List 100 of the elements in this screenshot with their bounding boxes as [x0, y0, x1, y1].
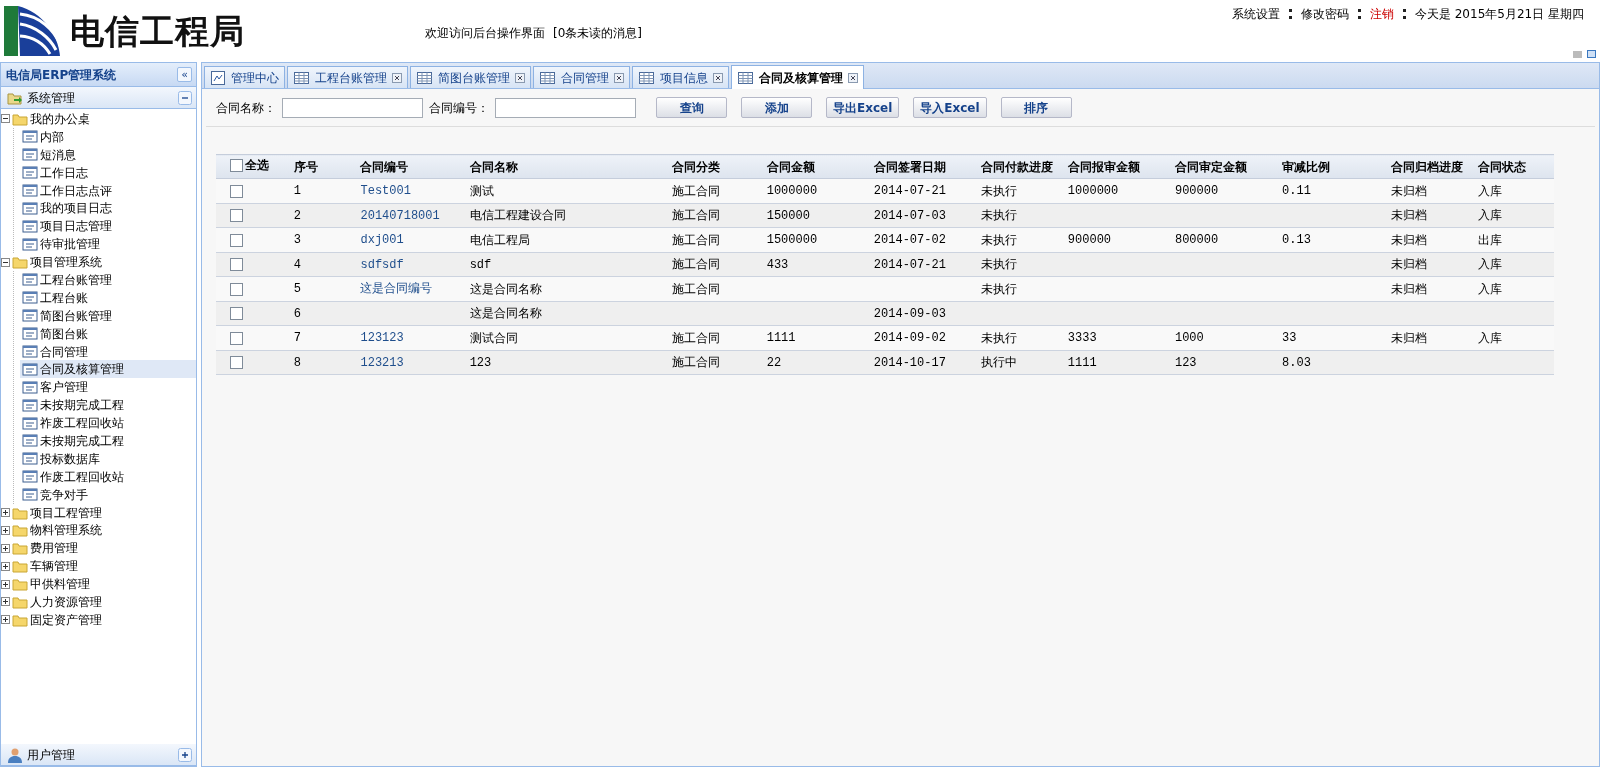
tree-item[interactable]: 短消息 [20, 145, 196, 164]
contract-link[interactable]: Test001 [360, 184, 411, 199]
tree-item[interactable]: 合同及核算管理 [20, 360, 196, 379]
list-icon [22, 433, 38, 449]
tree-item[interactable]: 工程台账管理 [20, 271, 196, 289]
close-icon[interactable] [515, 72, 525, 83]
tab[interactable]: 合同及核算管理 [731, 65, 864, 89]
logo-icon [2, 4, 60, 58]
tree-item[interactable]: 竞争对手 [20, 485, 196, 504]
tree-item[interactable]: 投标数据库 [20, 449, 196, 468]
tab[interactable]: 简图台账管理 [410, 66, 531, 88]
table-icon [539, 69, 556, 86]
close-icon[interactable] [392, 72, 402, 83]
table-cell: 2014-07-21 [873, 257, 946, 272]
row-checkbox[interactable] [230, 184, 243, 198]
tree-item[interactable]: 我的项目日志 [20, 199, 196, 218]
tab[interactable]: 工程台账管理 [287, 66, 408, 88]
table-cell: 入库 [1478, 183, 1503, 198]
table-cell: 0.13 [1282, 233, 1311, 248]
contract-link[interactable]: dxj001 [360, 233, 404, 248]
panel-header[interactable]: 用户管理 [1, 744, 196, 766]
tree-item[interactable]: 工作日志点评 [20, 181, 196, 200]
tree-item[interactable]: 人力资源管理 [1, 593, 196, 611]
tab[interactable]: 管理中心 [204, 66, 285, 88]
tree-item[interactable]: 未按期完成工程 [20, 432, 196, 450]
list-icon [22, 183, 38, 198]
table-cell: 2014-09-02 [873, 331, 946, 346]
tree-item[interactable]: 合同管理 [20, 342, 196, 361]
tab[interactable]: 合同管理 [533, 66, 630, 88]
table-cell: 2014-07-21 [873, 184, 946, 199]
list-icon [22, 218, 38, 234]
collapse-button[interactable]: « [177, 67, 192, 82]
tree-item[interactable]: 费用管理 [1, 539, 196, 558]
column-header[interactable]: 合同名称 [469, 159, 518, 174]
table-cell: 123 [469, 355, 492, 370]
input-field[interactable] [282, 97, 423, 118]
table-cell: 入库 [1478, 281, 1503, 296]
tree-item[interactable]: 车辆管理 [1, 557, 196, 576]
tree-item[interactable]: 简图台账管理 [20, 306, 196, 325]
table-cell: 出库 [1478, 232, 1503, 247]
logo-text: 电信工程局 [70, 14, 245, 48]
tree-item[interactable]: 内部 [20, 127, 196, 146]
tab[interactable]: 项目信息 [632, 66, 729, 88]
tree-item[interactable]: 物料管理系统 [1, 521, 196, 540]
table-cell: 33 [1282, 331, 1297, 346]
tree-item[interactable]: 未按期完成工程 [20, 396, 196, 415]
panel-header[interactable]: 系统管理 [1, 87, 196, 109]
row-checkbox[interactable] [230, 356, 243, 370]
header-link[interactable]: 注销 [1369, 5, 1394, 23]
input-field[interactable] [495, 97, 636, 118]
list-icon [22, 487, 38, 503]
folder-icon [12, 522, 28, 539]
table-cell: 1111 [1067, 355, 1097, 370]
row-checkbox[interactable] [230, 307, 243, 321]
row-checkbox[interactable] [230, 233, 243, 247]
toolbar-button[interactable]: 排序 [1000, 97, 1072, 118]
header-link[interactable]: 修改密码 [1300, 5, 1349, 23]
message-count[interactable]: [0条未读的消息] [553, 24, 642, 42]
table-cell: 未执行 [980, 208, 1017, 223]
tree-item[interactable]: 客户管理 [20, 378, 196, 397]
table-cell: 1111 [766, 331, 796, 346]
toolbar-button[interactable]: 导入Excel [913, 97, 987, 118]
row-checkbox[interactable] [230, 282, 243, 296]
tree-item[interactable]: 项目工程管理 [1, 503, 196, 522]
tree-item[interactable]: 工程台账 [20, 288, 196, 307]
tree-item[interactable]: 项目日志管理 [20, 217, 196, 236]
table-cell: 2014-07-02 [873, 233, 946, 248]
close-icon[interactable] [614, 72, 624, 83]
list-icon [22, 272, 38, 288]
folder-icon [12, 254, 28, 271]
close-icon[interactable] [848, 72, 858, 83]
tree-item[interactable]: 简图台账 [20, 324, 196, 343]
table-cell: 2014-09-03 [873, 306, 946, 321]
tree-item[interactable]: 作废工程回收站 [20, 467, 196, 486]
close-icon[interactable] [713, 72, 723, 83]
tree-item[interactable]: 甲供料管理 [1, 575, 196, 594]
list-icon [22, 200, 38, 216]
toolbar-button[interactable]: 导出Excel [826, 97, 900, 118]
table-cell: 未执行 [980, 281, 1017, 296]
table-cell: 电信工程建设合同 [469, 208, 566, 223]
row-checkbox[interactable] [230, 209, 243, 223]
contract-link[interactable]: 123123 [360, 331, 404, 346]
tree-item[interactable]: 待审批管理 [20, 235, 196, 254]
tree-item[interactable]: 祚废工程回收站 [20, 414, 196, 433]
table-cell: 这是合同名称 [469, 281, 542, 296]
tree-item[interactable]: 项目管理系统 [1, 253, 196, 271]
row-checkbox[interactable] [230, 258, 243, 272]
folder-icon [12, 540, 28, 557]
row-checkbox[interactable] [230, 331, 243, 345]
table-cell: 0.11 [1282, 184, 1311, 199]
header-link[interactable]: 系统设置 [1231, 5, 1280, 23]
tree-item[interactable]: 固定资产管理 [1, 610, 196, 629]
list-icon [22, 147, 38, 163]
table-cell: 800000 [1174, 233, 1219, 248]
toolbar-button[interactable]: 添加 [741, 97, 812, 118]
welcome-text: 欢迎访问后台操作界面 [425, 25, 545, 42]
toolbar-button[interactable]: 查询 [656, 97, 727, 118]
tree-item[interactable]: 工作日志 [20, 163, 196, 182]
list-icon [22, 451, 38, 467]
tree-item[interactable]: 我的办公桌 [1, 110, 196, 128]
